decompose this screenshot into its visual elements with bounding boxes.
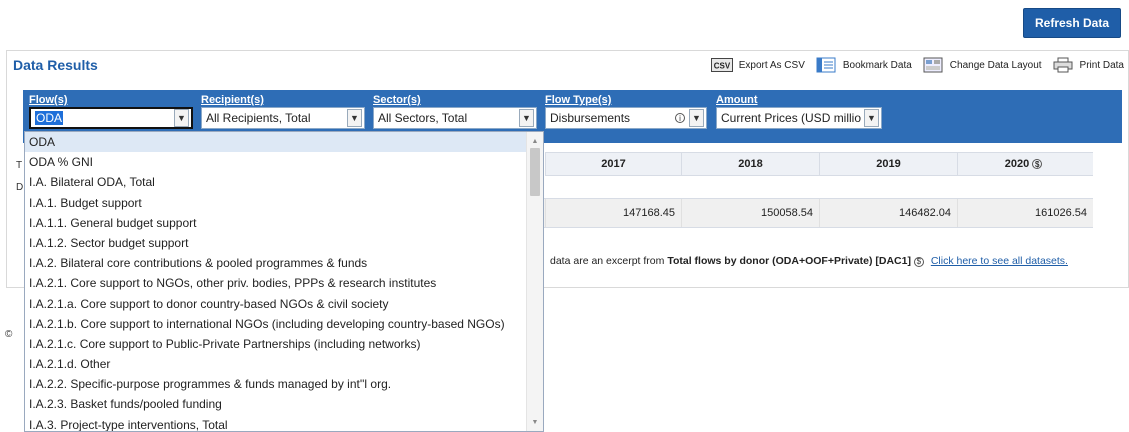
dropdown-option[interactable]: I.A.2.1.d. Other [25,354,543,374]
value-cell-2020: 161026.54 [957,199,1093,227]
svg-text:CSV: CSV [714,62,731,71]
amount-filter: Amount Current Prices (USD millio ▼ [716,94,882,129]
scroll-down-icon[interactable]: ▼ [527,415,543,429]
dropdown-option[interactable]: I.A.1.1. General budget support [25,213,543,233]
recipients-select-value: All Recipients, Total [206,111,311,125]
year-header-2017[interactable]: 2017 [545,153,681,175]
refresh-data-button[interactable]: Refresh Data [1023,8,1121,38]
results-toolbar: CSV Export As CSV Bookmark Data Change D… [701,57,1124,73]
dropdown-option[interactable]: I.A.2.1. Core support to NGOs, other pri… [25,273,543,293]
csv-icon: CSV [710,57,733,73]
copyright-symbol: © [5,329,13,340]
dropdown-option[interactable]: I.A.1.2. Sector budget support [25,233,543,253]
dropdown-option[interactable]: I.A.2.2. Specific-purpose programmes & f… [25,374,543,394]
amount-select-value: Current Prices (USD millio [721,111,862,125]
dropdown-options: ODA ODA % GNI I.A. Bilateral ODA, Total I.A… [25,132,543,431]
dropdown-option[interactable]: I.A.2.3. Basket funds/pooled funding [25,394,543,414]
flow-type-filter-label: Flow Type(s) [545,94,612,106]
dropdown-option[interactable]: I.A.3. Project-type interventions, Total [25,415,543,431]
chevron-down-icon[interactable]: ▼ [689,109,704,127]
change-layout-label: Change Data Layout [949,59,1042,71]
export-csv-button[interactable]: CSV Export As CSV [710,57,805,73]
value-cell-2018: 150058.54 [681,199,819,227]
dataset-note: data are an excerpt from Total flows by … [550,255,1068,267]
info-icon[interactable]: $ [913,256,924,267]
flow-type-select-value: Disbursements [550,111,631,125]
flows-dropdown-list: ODA ODA % GNI I.A. Bilateral ODA, Total I.A… [24,131,544,432]
print-data-button[interactable]: Print Data [1052,57,1124,73]
dropdown-option[interactable]: ODA [25,132,543,153]
sectors-filter-label: Sector(s) [373,94,421,106]
layout-icon [922,57,944,73]
recipients-filter: Recipient(s) All Recipients, Total ▼ [201,94,365,129]
info-icon[interactable]: i [675,113,685,123]
recipients-select[interactable]: All Recipients, Total ▼ [201,107,365,129]
scroll-thumb[interactable] [530,148,540,196]
bookmark-data-button[interactable]: Bookmark Data [815,57,912,73]
flows-select[interactable]: ODA ▼ [29,107,193,129]
amount-filter-label: Amount [716,94,758,106]
dataset-name: Total flows by donor (ODA+OOF+Private) [… [667,255,911,267]
row-label-partial: D [16,182,24,193]
year-header-2018[interactable]: 2018 [681,153,819,175]
year-header-2020[interactable]: 2020 $ [957,153,1093,175]
dropdown-option[interactable]: I.A.2.1.c. Core support to Public-Privat… [25,334,543,354]
print-data-label: Print Data [1079,59,1124,71]
flows-filter-label: Flow(s) [29,94,68,106]
flow-type-select[interactable]: Disbursements i ▼ [545,107,707,129]
flows-filter: Flow(s) ODA ▼ [29,94,193,129]
change-layout-button[interactable]: Change Data Layout [922,57,1042,73]
flow-type-filter: Flow Type(s) Disbursements i ▼ [545,94,707,129]
table-header: 2017 2018 2019 2020 $ [545,152,1093,176]
chevron-down-icon[interactable]: ▼ [347,109,362,127]
sectors-select[interactable]: All Sectors, Total ▼ [373,107,537,129]
chevron-down-icon[interactable]: ▼ [864,109,879,127]
dropdown-option[interactable]: I.A. Bilateral ODA, Total [25,172,543,192]
chevron-down-icon[interactable]: ▼ [174,109,189,127]
sectors-filter: Sector(s) All Sectors, Total ▼ [373,94,537,129]
sectors-select-value: All Sectors, Total [378,111,468,125]
all-datasets-link[interactable]: Click here to see all datasets. [931,255,1068,267]
table-row: 53 147168.45 150058.54 146482.04 161026.… [527,198,1093,228]
amount-select[interactable]: Current Prices (USD millio ▼ [716,107,882,129]
bookmark-data-label: Bookmark Data [842,59,912,71]
dropdown-option[interactable]: I.A.1. Budget support [25,193,543,213]
export-csv-label: Export As CSV [738,59,805,71]
dropdown-option[interactable]: I.A.2.1.b. Core support to international… [25,314,543,334]
table-header-partial: T [16,160,23,171]
info-icon[interactable]: $ [1032,159,1043,169]
value-cell-2019: 146482.04 [819,199,957,227]
dropdown-option[interactable]: I.A.2.1.a. Core support to donor country… [25,294,543,314]
value-cell-2017: 147168.45 [545,199,681,227]
dropdown-option[interactable]: ODA % GNI [25,152,543,172]
chevron-down-icon[interactable]: ▼ [519,109,534,127]
dropdown-scrollbar[interactable]: ▲ ▼ [526,132,543,431]
scroll-up-icon[interactable]: ▲ [527,134,543,148]
note-prefix: data are an excerpt from [550,255,668,267]
recipients-filter-label: Recipient(s) [201,94,264,106]
print-icon [1052,57,1074,73]
panel-title: Data Results [13,57,98,73]
flows-select-value: ODA [35,111,64,125]
bookmark-icon [815,57,837,73]
year-header-2019[interactable]: 2019 [819,153,957,175]
dropdown-option[interactable]: I.A.2. Bilateral core contributions & po… [25,253,543,273]
